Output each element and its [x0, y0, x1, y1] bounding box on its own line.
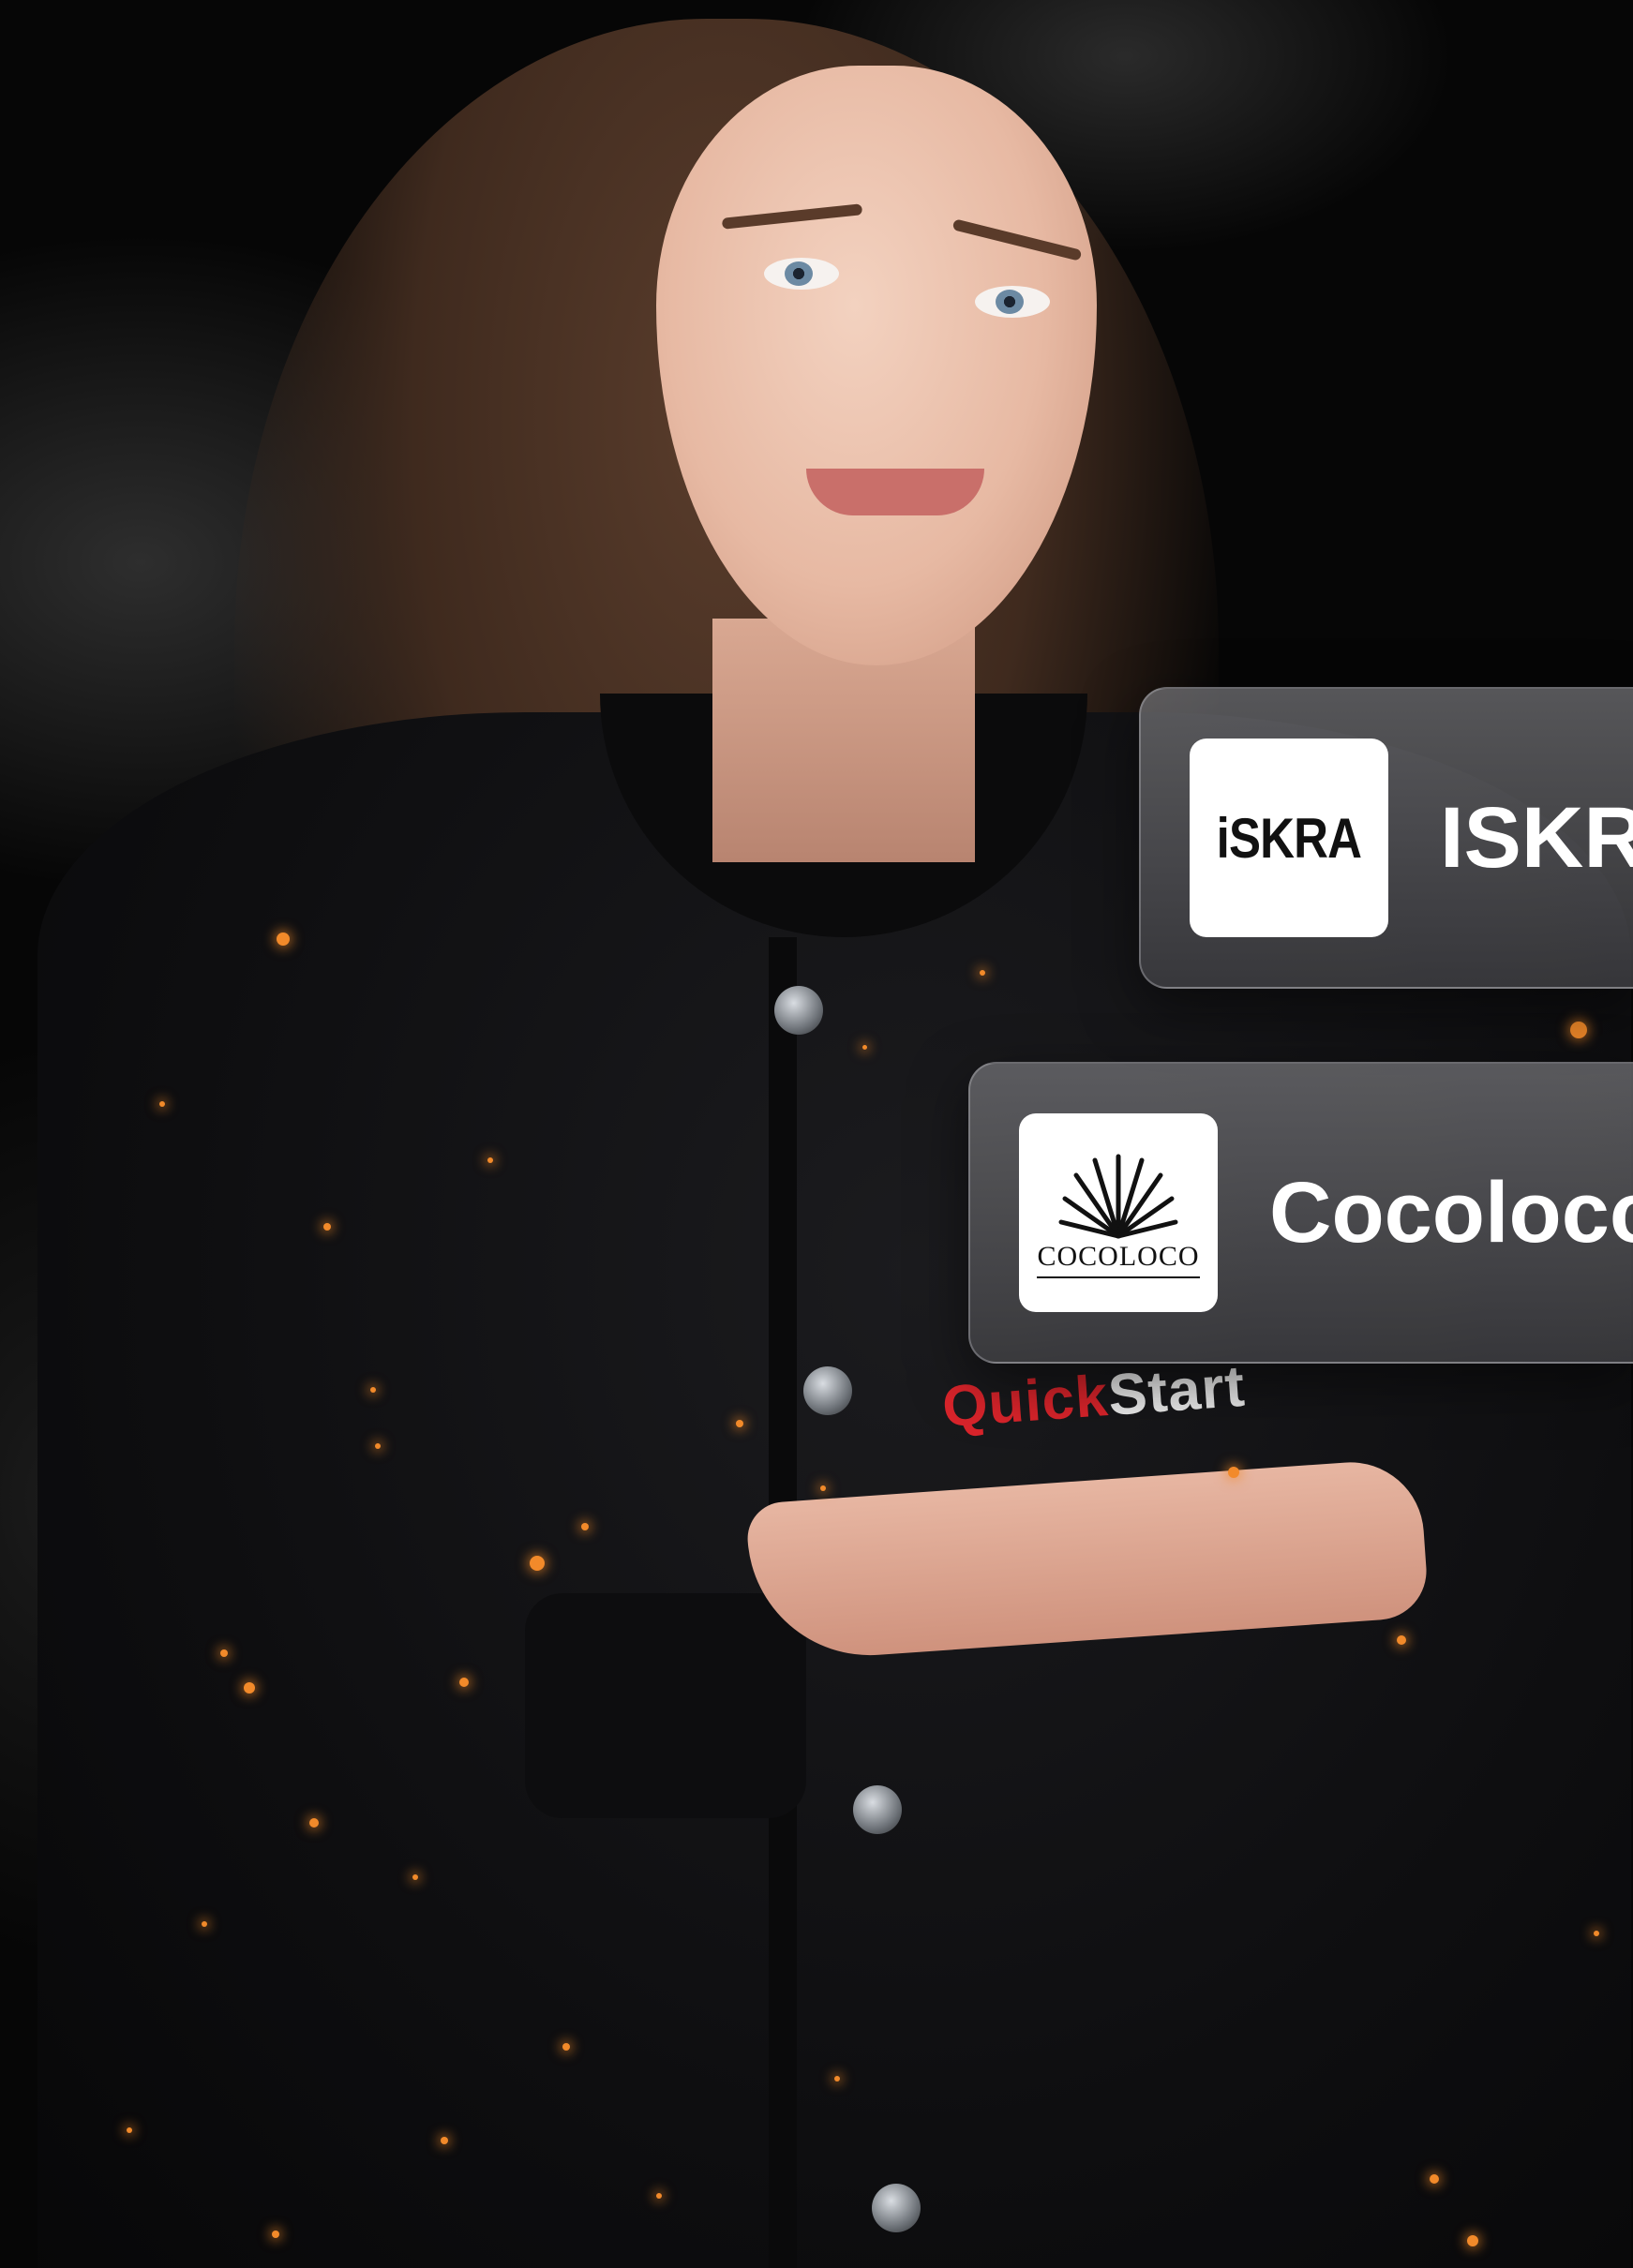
spark-particle	[220, 1649, 228, 1657]
spark-particle	[370, 1387, 376, 1393]
spark-particle	[202, 1921, 207, 1927]
spark-particle	[323, 1223, 331, 1231]
spark-particle	[562, 2043, 570, 2051]
spark-particle	[656, 2193, 662, 2199]
spark-particle	[862, 1045, 867, 1050]
spark-particle	[277, 933, 290, 946]
jacket-logo-start: Start	[1105, 1353, 1248, 1428]
spark-particle	[441, 2137, 448, 2144]
spark-particle	[127, 2127, 132, 2133]
spark-particle	[834, 2076, 840, 2081]
spark-particle	[309, 1818, 319, 1828]
spark-particle	[244, 1682, 255, 1694]
left-eye	[764, 258, 839, 290]
snap-button	[853, 1785, 902, 1834]
brand-card-iskra[interactable]: iSKRA ISKRA	[1139, 687, 1633, 989]
spark-particle	[530, 1556, 545, 1571]
spark-particle	[459, 1678, 469, 1687]
hero-image: QuickStart iSKRA ISKRA	[0, 0, 1633, 2268]
snap-button	[872, 2184, 921, 2232]
iskra-logo-text: iSKRA	[1216, 806, 1362, 870]
spark-particle	[581, 1523, 589, 1530]
spark-particle	[159, 1101, 165, 1107]
snap-button	[774, 986, 823, 1035]
jacket-logo-quick: Quick	[939, 1364, 1111, 1440]
spark-particle	[1570, 1022, 1587, 1038]
smile	[806, 469, 984, 515]
spark-particle	[375, 1443, 381, 1449]
spark-particle	[980, 970, 985, 976]
spark-particle	[736, 1420, 743, 1427]
spark-particle	[412, 1874, 418, 1880]
spark-particle	[1467, 2235, 1478, 2246]
spark-particle	[272, 2231, 279, 2238]
spark-particle	[820, 1485, 826, 1491]
spark-particle	[1594, 1931, 1599, 1936]
right-eye	[975, 286, 1050, 318]
palm-leaf-icon	[1058, 1154, 1178, 1239]
brand-card-label: ISKRA	[1440, 789, 1633, 886]
spark-particle	[1397, 1635, 1406, 1645]
sleeve-cuff	[525, 1593, 806, 1818]
cocoloco-logo-icon: COCOLOCO	[1019, 1113, 1218, 1312]
spark-particle	[487, 1157, 493, 1163]
spark-particle	[1228, 1467, 1239, 1478]
spark-particle	[1430, 2174, 1439, 2184]
cocoloco-logo-text: COCOLOCO	[1037, 1241, 1200, 1278]
brand-card-cocoloco[interactable]: COCOLOCO Cocoloco	[968, 1062, 1633, 1364]
brand-card-label: Cocoloco	[1269, 1164, 1633, 1261]
snap-button	[803, 1366, 852, 1415]
iskra-logo-icon: iSKRA	[1190, 739, 1388, 937]
